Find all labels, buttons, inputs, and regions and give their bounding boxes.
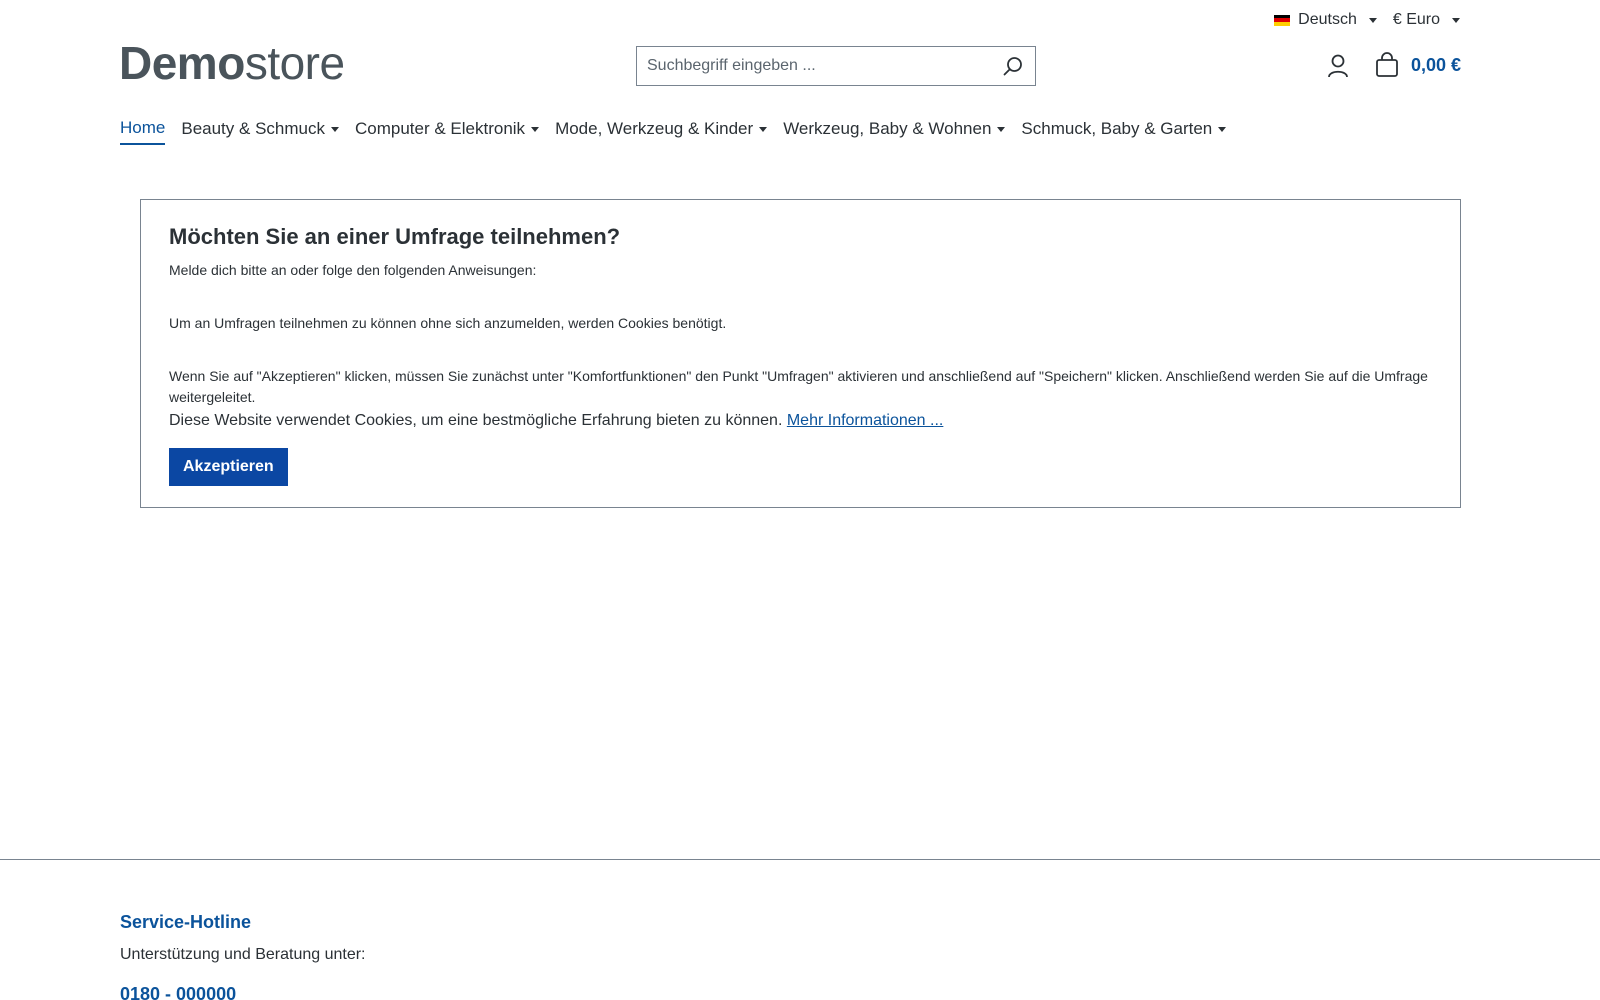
hotline-phone[interactable]: 0180 - 000000 xyxy=(120,984,236,1000)
logo-light-text: store xyxy=(244,37,345,89)
hotline-text: Unterstützung und Beratung unter: xyxy=(120,946,366,963)
accept-button[interactable]: Akzeptieren xyxy=(169,448,288,486)
language-dropdown[interactable]: Deutsch xyxy=(1274,8,1377,32)
chevron-down-icon xyxy=(1452,17,1460,23)
nav-item-beauty-schmuck[interactable]: Beauty & Schmuck xyxy=(181,118,339,145)
survey-box: Möchten Sie an einer Umfrage teilnehmen?… xyxy=(140,199,1461,508)
logo-bold-text: Demo xyxy=(119,37,245,89)
survey-instructions: Wenn Sie auf "Akzeptieren" klicken, müss… xyxy=(169,368,1428,405)
store-logo[interactable]: Demostore xyxy=(119,38,345,88)
footer: Service-Hotline Unterstützung und Beratu… xyxy=(0,859,1600,1000)
survey-title: Möchten Sie an einer Umfrage teilnehmen? xyxy=(169,224,621,249)
survey-intro: Melde dich bitte an oder folge den folge… xyxy=(169,262,537,278)
nav-item-label: Beauty & Schmuck xyxy=(181,119,325,138)
account-icon xyxy=(1328,54,1348,78)
chevron-down-icon xyxy=(997,126,1006,132)
cart-button[interactable]: 0,00 € xyxy=(1375,52,1461,78)
cart-total: 0,00 € xyxy=(1411,54,1462,75)
nav-item-werkzeug-baby-wohnen[interactable]: Werkzeug, Baby & Wohnen xyxy=(783,118,1006,145)
nav-item-mode-werkzeug-kinder[interactable]: Mode, Werkzeug & Kinder xyxy=(555,118,768,145)
nav-item-label: Schmuck, Baby & Garten xyxy=(1021,119,1213,138)
chevron-down-icon xyxy=(1218,126,1227,132)
hotline-title: Service-Hotline xyxy=(120,912,252,932)
nav-item-label: Computer & Elektronik xyxy=(354,119,526,138)
survey-cookies-needed: Um an Umfragen teilnehmen zu können ohne… xyxy=(169,315,727,331)
nav-item-label: Werkzeug, Baby & Wohnen xyxy=(783,119,992,138)
language-label: Deutsch xyxy=(1298,11,1357,28)
search-icon xyxy=(1003,57,1022,76)
currency-dropdown[interactable]: € Euro xyxy=(1393,8,1460,32)
search-button[interactable] xyxy=(991,47,1035,85)
top-bar: Deutsch € Euro xyxy=(1274,8,1460,32)
german-flag-icon xyxy=(1274,14,1291,26)
account-button[interactable] xyxy=(1327,54,1349,78)
search-input[interactable] xyxy=(637,47,991,85)
more-info-link[interactable]: Mehr Informationen ... xyxy=(787,412,944,429)
nav-item-schmuck-baby-garten[interactable]: Schmuck, Baby & Garten xyxy=(1021,118,1227,145)
chevron-down-icon xyxy=(330,126,339,132)
cookie-notice: Diese Website verwendet Cookies, um eine… xyxy=(169,410,1432,432)
cookie-notice-text: Diese Website verwendet Cookies, um eine… xyxy=(169,412,783,429)
cart-icon xyxy=(1376,52,1398,77)
nav-item-home[interactable]: Home xyxy=(120,118,166,145)
main-navigation: Home Beauty & Schmuck Computer & Elektro… xyxy=(120,118,1227,145)
currency-label: € Euro xyxy=(1392,11,1440,28)
nav-item-label: Mode, Werkzeug & Kinder xyxy=(555,119,754,138)
chevron-down-icon xyxy=(759,126,768,132)
chevron-down-icon xyxy=(1368,17,1377,23)
chevron-down-icon xyxy=(531,126,540,132)
search-bar xyxy=(636,46,1036,86)
nav-item-computer-elektronik[interactable]: Computer & Elektronik xyxy=(354,118,540,145)
nav-item-label: Home xyxy=(120,118,166,137)
